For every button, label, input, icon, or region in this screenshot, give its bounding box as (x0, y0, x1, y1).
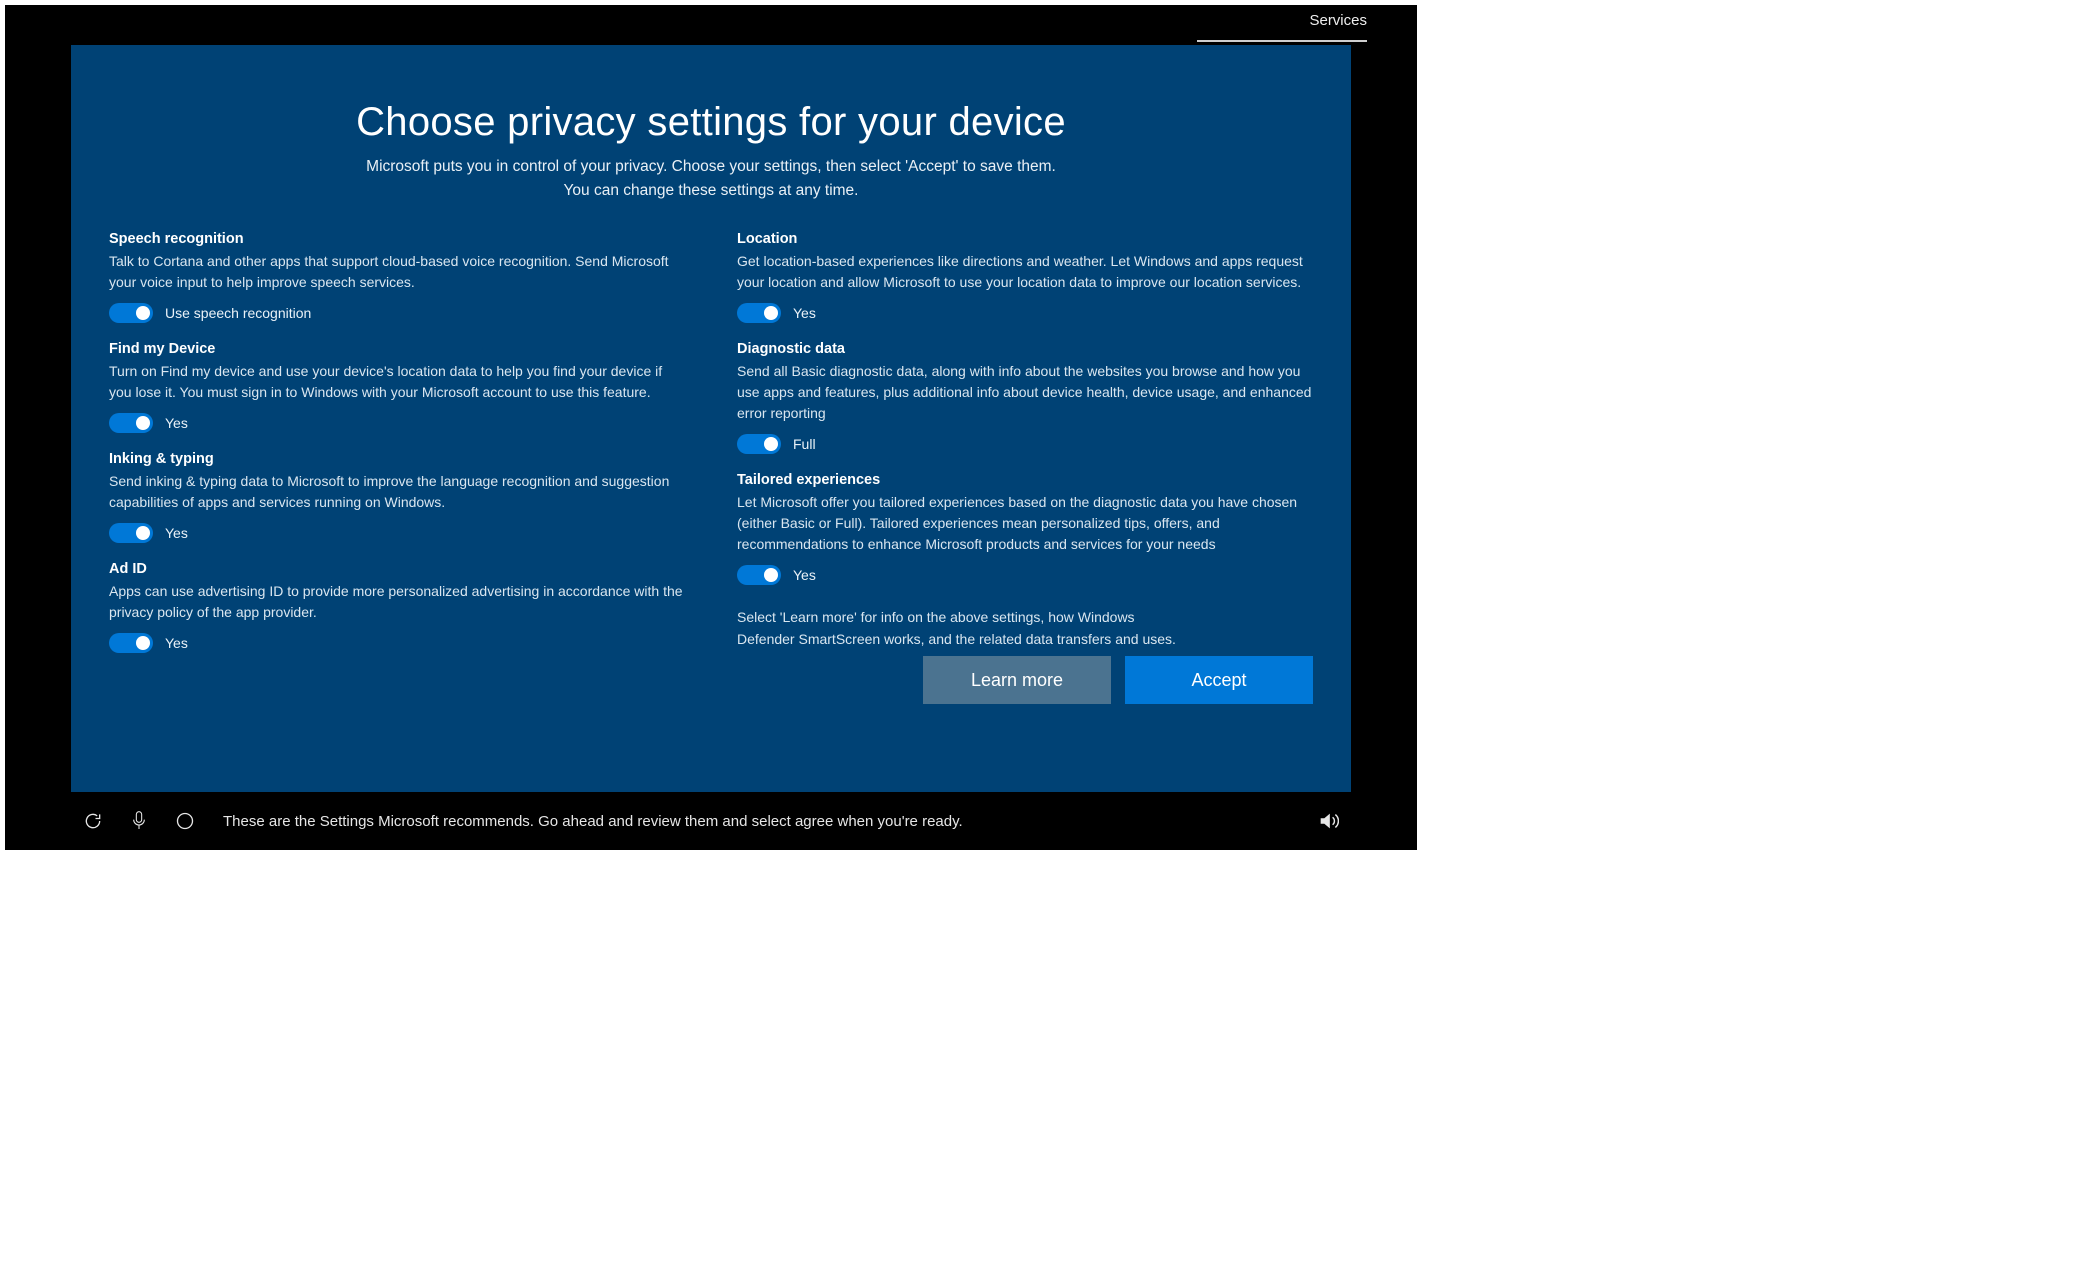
page-title: Choose privacy settings for your device (109, 100, 1313, 145)
toggle-label: Yes (793, 567, 816, 583)
toggle-tailored-experiences[interactable] (737, 565, 781, 585)
speaker-icon[interactable] (1317, 810, 1339, 832)
hint-line-1: Select 'Learn more' for info on the abov… (737, 609, 1135, 625)
setting-inking-typing: Inking & typing Send inking & typing dat… (109, 451, 685, 543)
setting-ad-id: Ad ID Apps can use advertising ID to pro… (109, 561, 685, 653)
setting-diagnostic-data: Diagnostic data Send all Basic diagnosti… (737, 341, 1313, 454)
setting-title: Tailored experiences (737, 472, 1313, 488)
sync-icon[interactable] (83, 811, 103, 831)
microphone-icon[interactable] (131, 810, 147, 832)
accept-button[interactable]: Accept (1125, 656, 1313, 704)
subtitle-line-2: You can change these settings at any tim… (564, 182, 859, 199)
setting-description: Send all Basic diagnostic data, along wi… (737, 361, 1313, 424)
learn-more-button[interactable]: Learn more (923, 656, 1111, 704)
setting-title: Speech recognition (109, 231, 685, 247)
toggle-location[interactable] (737, 303, 781, 323)
setting-title: Location (737, 231, 1313, 247)
page-subtitle: Microsoft puts you in control of your pr… (109, 155, 1313, 203)
toggle-inking-typing[interactable] (109, 523, 153, 543)
setting-title: Ad ID (109, 561, 685, 577)
setting-description: Apps can use advertising ID to provide m… (109, 581, 685, 623)
toggle-ad-id[interactable] (109, 633, 153, 653)
setting-title: Inking & typing (109, 451, 685, 467)
oobe-window: Services Choose privacy settings for you… (5, 5, 1417, 850)
toggle-label: Yes (793, 305, 816, 321)
toggle-label: Yes (165, 525, 188, 541)
learn-more-hint: Select 'Learn more' for info on the abov… (737, 607, 1313, 650)
setting-tailored-experiences: Tailored experiences Let Microsoft offer… (737, 472, 1313, 585)
toggle-speech-recognition[interactable] (109, 303, 153, 323)
setting-description: Talk to Cortana and other apps that supp… (109, 251, 685, 293)
setting-find-my-device: Find my Device Turn on Find my device an… (109, 341, 685, 433)
circle-icon[interactable] (175, 811, 195, 831)
setting-title: Diagnostic data (737, 341, 1313, 357)
toggle-label: Use speech recognition (165, 305, 311, 321)
setting-title: Find my Device (109, 341, 685, 357)
toggle-label: Yes (165, 635, 188, 651)
bottom-status-text: These are the Settings Microsoft recomme… (223, 813, 1417, 830)
privacy-settings-panel: Choose privacy settings for your device … (71, 45, 1351, 792)
setting-description: Get location-based experiences like dire… (737, 251, 1313, 293)
settings-column-left: Speech recognition Talk to Cortana and o… (109, 231, 685, 772)
setting-speech-recognition: Speech recognition Talk to Cortana and o… (109, 231, 685, 323)
setting-description: Let Microsoft offer you tailored experie… (737, 492, 1313, 555)
bottom-bar: These are the Settings Microsoft recomme… (5, 792, 1417, 850)
setting-description: Turn on Find my device and use your devi… (109, 361, 685, 403)
hint-line-2: Defender SmartScreen works, and the rela… (737, 631, 1176, 647)
subtitle-line-1: Microsoft puts you in control of your pr… (366, 158, 1056, 175)
toggle-diagnostic-data[interactable] (737, 434, 781, 454)
settings-column-right: Location Get location-based experiences … (737, 231, 1313, 772)
toggle-label: Full (793, 436, 816, 452)
setting-location: Location Get location-based experiences … (737, 231, 1313, 323)
toggle-find-my-device[interactable] (109, 413, 153, 433)
toggle-label: Yes (165, 415, 188, 431)
tab-underline (1197, 40, 1367, 42)
tab-services[interactable]: Services (1309, 12, 1367, 29)
setting-description: Send inking & typing data to Microsoft t… (109, 471, 685, 513)
